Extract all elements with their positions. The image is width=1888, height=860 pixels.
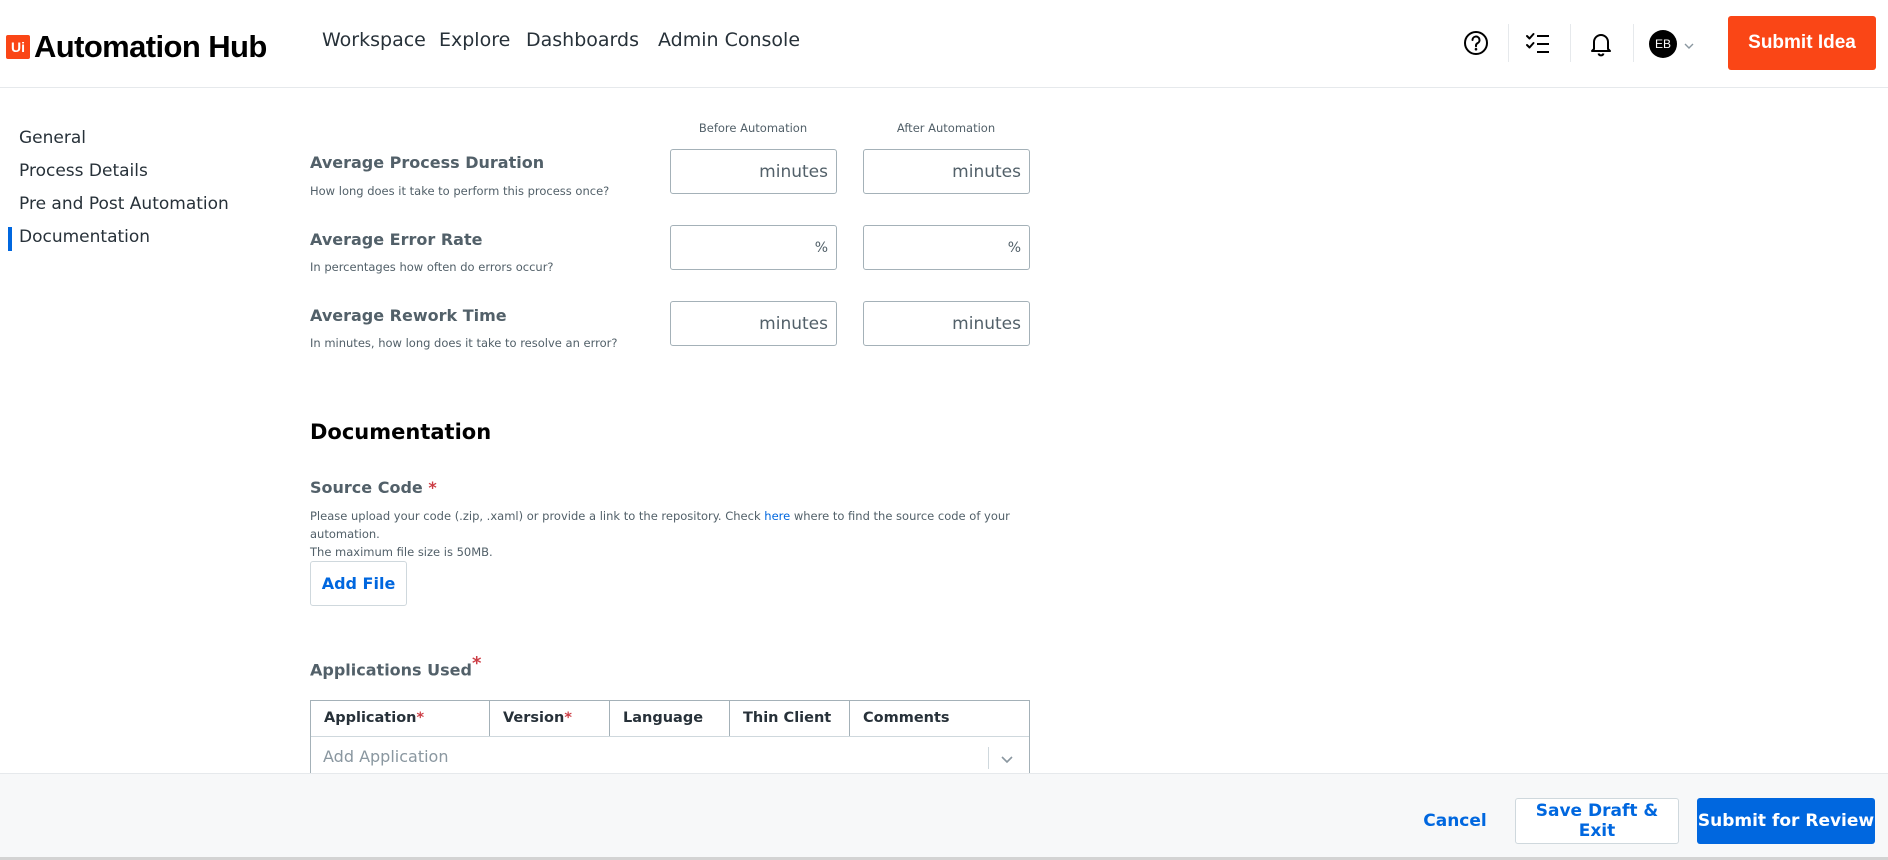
column-header-before: Before Automation [698,121,808,135]
rework-time-before-input[interactable]: minutes [670,301,837,346]
column-header-label: Language [623,710,704,726]
active-indicator [8,227,12,251]
table-header-row: Application* Version* Language Thin Clie… [311,701,1029,737]
sidenav-item-pre-post-automation[interactable]: Pre and Post Automation [19,194,229,214]
sidenav-item-documentation[interactable]: Documentation [19,227,150,247]
column-header-language: Language [610,701,730,736]
unit-label: minutes [952,313,1021,334]
source-code-label: Source Code * [310,478,437,497]
applications-table: Application* Version* Language Thin Clie… [310,700,1030,778]
nav-explore[interactable]: Explore [439,29,510,51]
column-header-comments: Comments [850,701,1029,736]
metric-label-error-rate: Average Error Rate [310,230,483,249]
help-text-line2: The maximum file size is 50MB. [310,545,493,559]
metric-label-rework-time: Average Rework Time [310,306,507,325]
nav-dashboards[interactable]: Dashboards [526,29,639,51]
dropdown-separator [988,747,989,769]
sidenav-item-general[interactable]: General [19,128,86,148]
help-text-part1: Please upload your code (.zip, .xaml) or… [310,509,765,523]
unit-label: minutes [952,161,1021,182]
column-header-label: Thin Client [743,710,832,726]
nav-admin-console[interactable]: Admin Console [658,29,800,51]
nav-workspace[interactable]: Workspace [322,29,426,51]
app-logo[interactable]: Ui Automation Hub [6,29,267,65]
unit-label: % [814,239,828,256]
unit-label: minutes [759,313,828,334]
column-header-label: Comments [863,710,950,726]
chevron-down-icon[interactable] [999,751,1015,770]
tasks-icon[interactable] [1523,28,1553,58]
unit-label: minutes [759,161,828,182]
column-header-application: Application* [311,701,490,736]
required-marker: * [564,710,572,726]
add-application-dropdown[interactable]: Add Application [311,737,1029,777]
metric-label-process-duration: Average Process Duration [310,153,545,172]
process-duration-before-input[interactable]: minutes [670,149,837,194]
column-header-thin-client: Thin Client [730,701,850,736]
logo-text: Automation Hub [34,29,267,64]
chevron-down-icon[interactable] [1683,36,1695,55]
logo-badge: Ui [6,35,30,59]
applications-used-label: Applications Used* [310,653,481,679]
source-code-label-text: Source Code [310,478,423,497]
help-link[interactable]: here [764,509,790,523]
submit-for-review-button[interactable]: Submit for Review [1697,798,1875,844]
header-divider [1508,24,1509,62]
metric-desc-process-duration: How long does it take to perform this pr… [310,184,610,198]
top-header: Ui Automation Hub Workspace Explore Dash… [0,0,1888,88]
cancel-button[interactable]: Cancel [1410,798,1500,844]
header-divider [1570,24,1571,62]
column-header-label: Application [324,710,417,726]
column-header-label: Version [503,710,565,726]
header-divider [1633,24,1634,62]
save-draft-exit-button[interactable]: Save Draft & Exit [1515,798,1679,844]
sidenav-item-process-details[interactable]: Process Details [19,161,148,181]
rework-time-after-input[interactable]: minutes [863,301,1030,346]
submit-idea-button[interactable]: Submit Idea [1728,16,1876,70]
error-rate-before-input[interactable]: % [670,225,837,270]
column-header-version: Version* [490,701,610,736]
metric-desc-rework-time: In minutes, how long does it take to res… [310,336,618,350]
column-header-after: After Automation [896,121,996,135]
required-marker: * [416,710,425,726]
metric-desc-error-rate: In percentages how often do errors occur… [310,260,554,274]
add-file-button[interactable]: Add File [310,561,407,606]
avatar[interactable]: EB [1649,30,1677,58]
required-marker: * [428,478,437,497]
bell-icon[interactable] [1586,28,1616,58]
process-duration-after-input[interactable]: minutes [863,149,1030,194]
add-application-placeholder: Add Application [323,747,449,766]
source-code-help: Please upload your code (.zip, .xaml) or… [310,507,1050,561]
applications-used-label-text: Applications Used [310,660,472,680]
help-icon[interactable] [1461,28,1491,58]
unit-label: % [1007,239,1021,256]
error-rate-after-input[interactable]: % [863,225,1030,270]
required-marker: * [471,653,482,674]
section-title-documentation: Documentation [310,420,492,444]
